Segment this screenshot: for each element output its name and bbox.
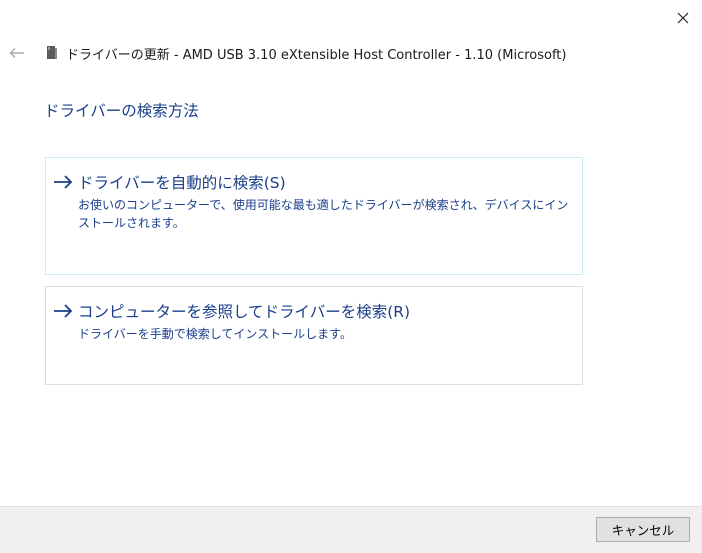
arrow-right-icon: [54, 304, 73, 318]
page-heading: ドライバーの検索方法: [44, 102, 199, 120]
option-description: ドライバーを手動で検索してインストールします。: [78, 327, 352, 341]
footer-bar: キャンセル: [0, 506, 702, 553]
search-automatically-option[interactable]: ドライバーを自動的に検索(S) お使いのコンピューターで、使用可能な最も適したド…: [45, 157, 583, 275]
close-button[interactable]: [668, 4, 698, 32]
option-title: ドライバーを自動的に検索(S): [78, 174, 286, 192]
window-title: ドライバーの更新 - AMD USB 3.10 eXtensible Host …: [66, 48, 567, 63]
browse-computer-option[interactable]: コンピューターを参照してドライバーを検索(R) ドライバーを手動で検索してインス…: [45, 286, 583, 385]
back-button[interactable]: [6, 42, 28, 64]
option-title: コンピューターを参照してドライバーを検索(R): [78, 303, 411, 321]
close-icon: [677, 12, 689, 24]
driver-update-window: ドライバーの更新 - AMD USB 3.10 eXtensible Host …: [0, 0, 702, 553]
arrow-right-icon: [54, 175, 73, 189]
cancel-button[interactable]: キャンセル: [596, 517, 690, 542]
option-description: お使いのコンピューターで、使用可能な最も適したドライバーが検索され、デバイスにイ…: [78, 198, 569, 230]
back-arrow-icon: [9, 48, 24, 58]
device-icon: [47, 46, 57, 59]
